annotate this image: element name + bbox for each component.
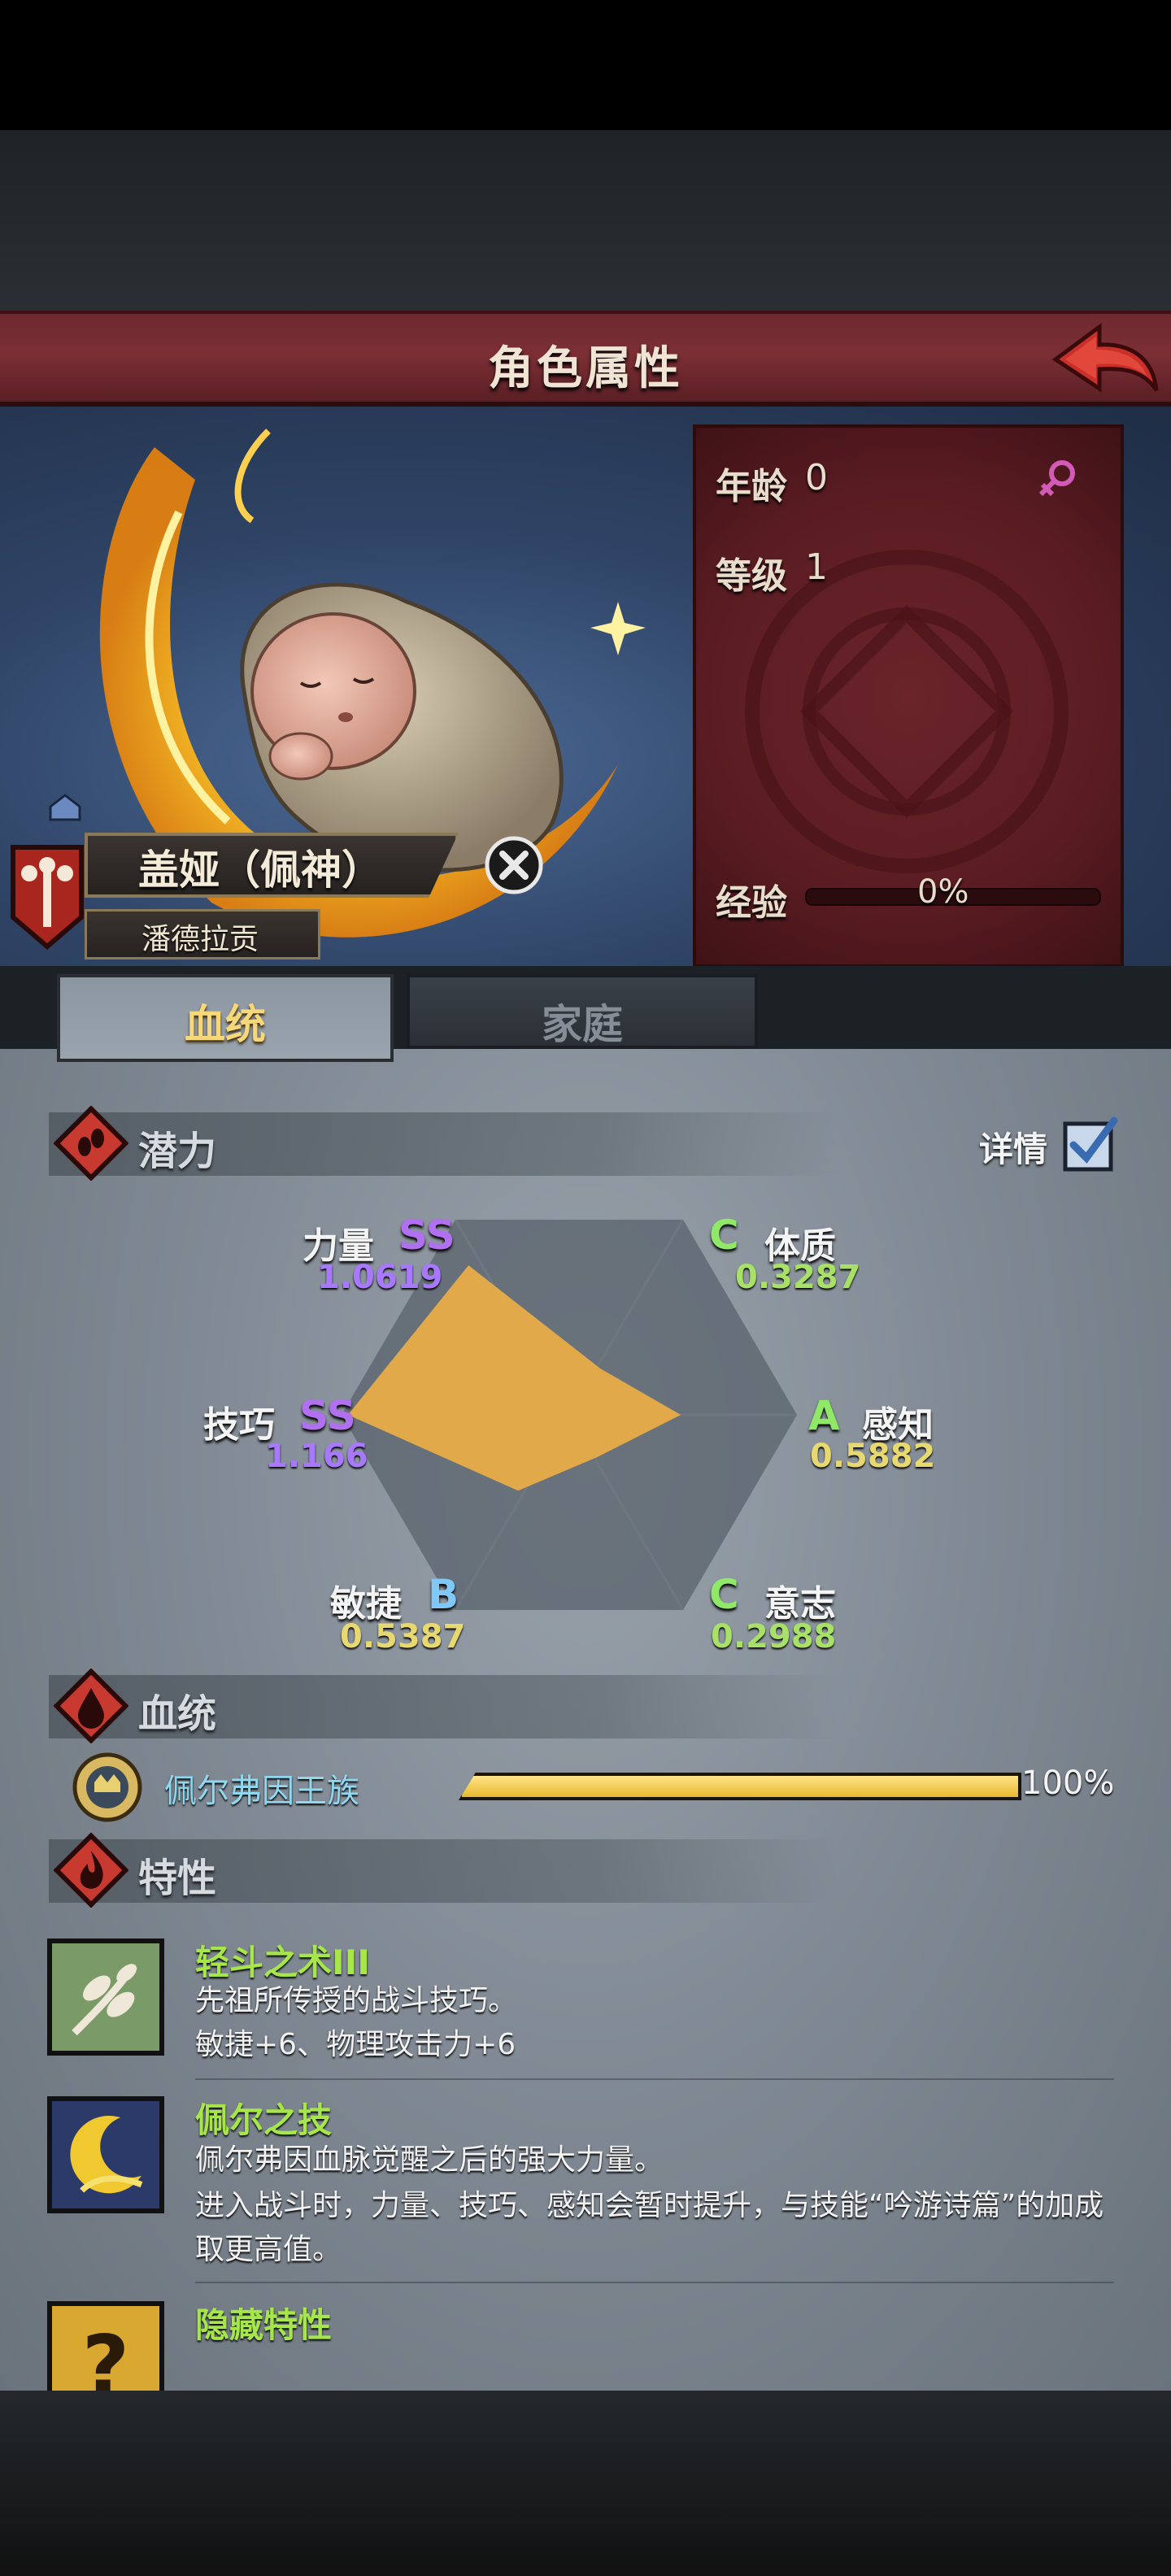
character-name: 盖娅（佩神） (138, 846, 382, 894)
exp-value: 0% (917, 873, 969, 911)
stat-strength-grade: SS (398, 1212, 455, 1259)
detail-checkbox[interactable] (1062, 1116, 1119, 1173)
status-area (0, 0, 1171, 130)
tab-family-label: 家庭 (542, 1001, 623, 1048)
crescent-moon-icon (47, 2096, 164, 2213)
flame-icon (54, 1833, 128, 1908)
age-label: 年龄 (716, 466, 787, 507)
stat-constitution-grade: C (709, 1212, 739, 1259)
bottom-area (0, 2391, 1171, 2576)
stat-perception-grade: A (808, 1392, 840, 1439)
trait-divider (195, 2282, 1114, 2283)
blood-drop-icon (54, 1669, 128, 1743)
tab-family[interactable]: 家庭 (407, 974, 758, 1049)
stat-skill-name: 技巧 (203, 1404, 275, 1446)
bloodline-name: 佩尔弗因王族 (164, 1773, 359, 1810)
close-icon[interactable] (483, 834, 545, 896)
family-name: 潘德拉贡 (141, 923, 259, 956)
title-bar: 角色属性 (0, 311, 1171, 407)
trait-name: 佩尔之技 (195, 2100, 333, 2140)
stat-skill-value: 1.166 (265, 1438, 368, 1475)
stat-will-grade: C (709, 1571, 739, 1618)
trait-divider (195, 2078, 1114, 2080)
back-arrow-icon[interactable] (1049, 319, 1163, 400)
family-crest-icon (11, 845, 84, 950)
trait-name: 轻斗之术III (195, 1943, 370, 1982)
tab-bloodline-label: 血统 (185, 1001, 266, 1048)
stat-constitution-value: 0.3287 (735, 1259, 861, 1296)
trait-description: 先祖所传授的战斗技巧。 (195, 1984, 518, 2017)
trait-name: 隐藏特性 (195, 2305, 333, 2345)
home-icon (49, 794, 81, 821)
stat-perception-value: 0.5882 (810, 1438, 936, 1475)
bloodline-percent: 100% (1021, 1764, 1115, 1802)
trait-description: 佩尔弗因血脉觉醒之后的强大力量。 (195, 2143, 664, 2177)
trait-effect: 敏捷+6、物理攻击力+6 (195, 2028, 516, 2061)
stat-strength-value: 1.0619 (317, 1259, 443, 1296)
exp-label: 经验 (716, 882, 787, 924)
page-title: 角色属性 (488, 342, 683, 395)
bloodline-progress-bar (459, 1773, 1021, 1800)
footprint-icon (54, 1106, 128, 1181)
age-value: 0 (805, 457, 828, 498)
level-value: 1 (805, 546, 828, 588)
stat-skill-grade: SS (299, 1392, 356, 1439)
level-label: 等级 (716, 555, 787, 597)
traits-title: 特性 (138, 1856, 217, 1901)
tab-bloodline[interactable]: 血统 (57, 974, 394, 1062)
detail-label: 详情 (979, 1129, 1048, 1169)
stat-will-value: 0.2988 (711, 1618, 837, 1656)
female-icon (1038, 460, 1075, 497)
stat-agility-value: 0.5387 (340, 1618, 466, 1656)
trait-effect: 进入战斗时，力量、技巧、感知会暂时提升，与技能“吟游诗篇”的加成取更高值。 (195, 2189, 1104, 2266)
potential-title: 潜力 (138, 1129, 217, 1174)
bloodline-progress-fill (462, 1776, 1018, 1797)
top-band (0, 130, 1171, 311)
stat-agility-grade: B (428, 1571, 459, 1618)
bloodline-title: 血统 (138, 1691, 217, 1737)
royal-laurel-icon (72, 1752, 142, 1822)
leaf-branch-icon (47, 1939, 164, 2056)
